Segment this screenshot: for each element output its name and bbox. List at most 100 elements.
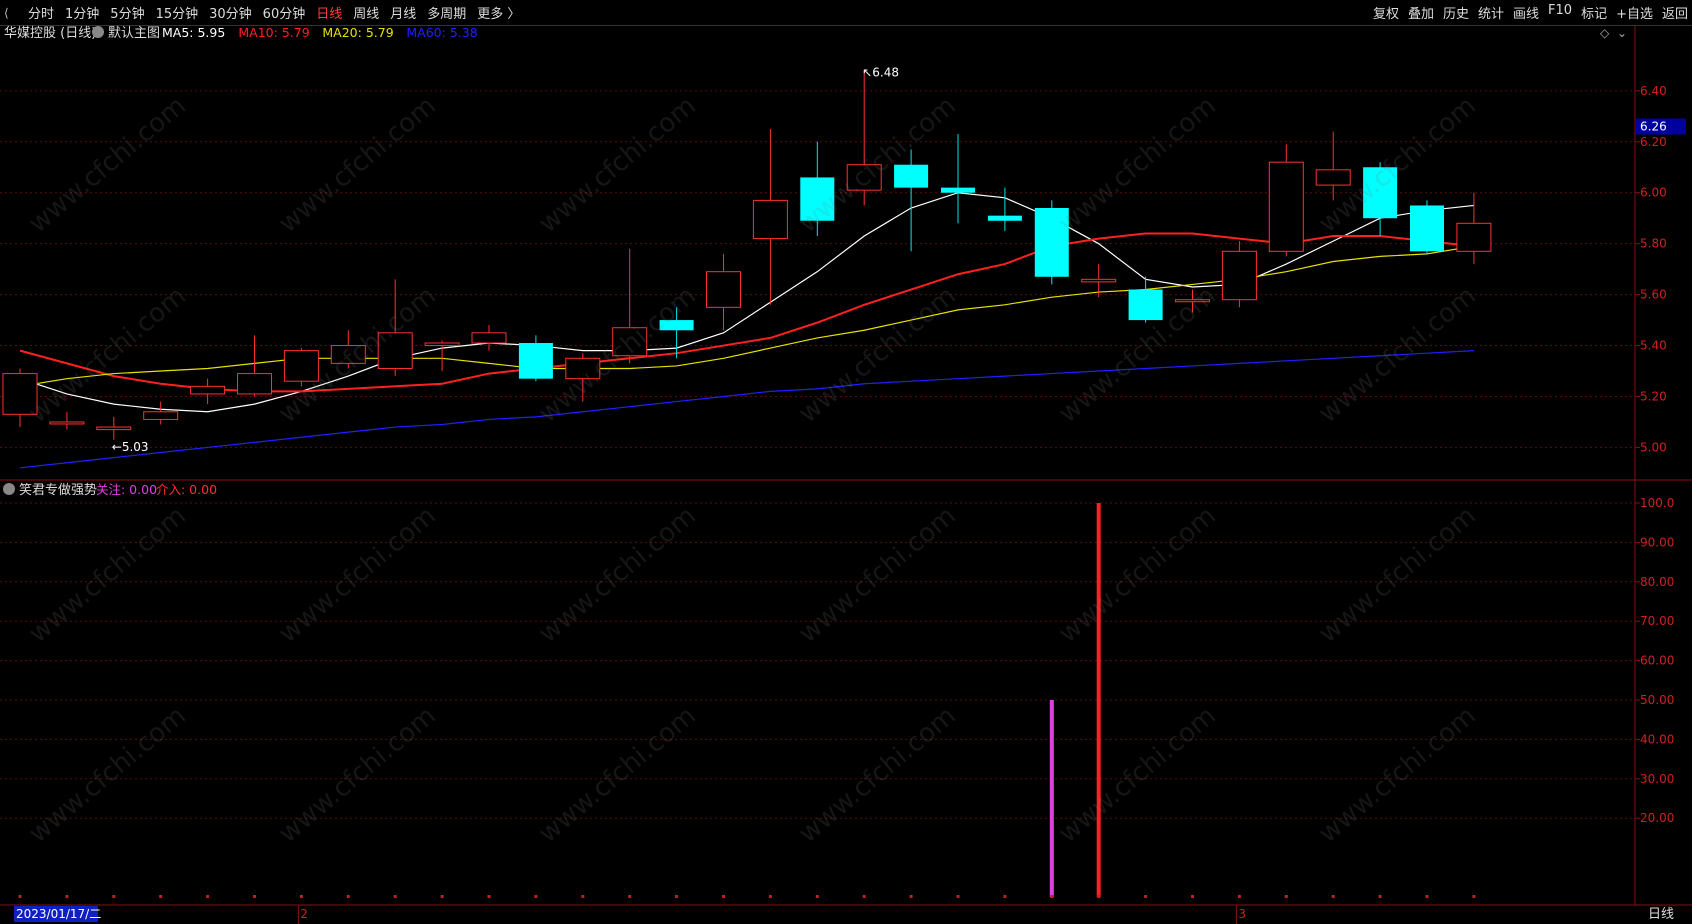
candle-body (2, 373, 38, 415)
candle-body (987, 215, 1022, 221)
y-tick-label: 90.00 (1640, 535, 1674, 549)
baseline-marker (1191, 895, 1194, 898)
baseline-marker (206, 895, 210, 898)
candle-body (1410, 205, 1444, 252)
baseline-marker (159, 895, 163, 898)
baseline-marker (1378, 895, 1382, 898)
chart-template-name: 默认主图 (108, 25, 160, 41)
period-label: 日线 (1648, 907, 1674, 922)
ma-label: MA10: 5.79 (238, 25, 309, 40)
baseline-marker (768, 895, 772, 898)
candle-body (377, 332, 413, 369)
current-price-label: 6.26 (1640, 120, 1667, 134)
ma-label: MA60: 5.38 (406, 25, 477, 40)
candle-body (565, 357, 601, 380)
candle-body (190, 385, 226, 395)
baseline-marker (1425, 895, 1429, 898)
indicator-name: 笑君专做强势 (19, 482, 97, 498)
y-tick-label: 5.40 (1640, 339, 1667, 353)
indicator-bar (1049, 700, 1054, 897)
y-tick-label: 6.00 (1640, 186, 1667, 200)
candle-body (96, 426, 132, 431)
candle-body (706, 271, 741, 308)
baseline-marker (581, 895, 585, 898)
candle-body (143, 411, 179, 420)
baseline-marker (956, 895, 960, 898)
baseline-marker (253, 895, 256, 898)
candle-body (283, 350, 319, 382)
indicator-bar (1096, 503, 1101, 897)
baseline-marker (862, 895, 866, 898)
baseline-marker (1237, 895, 1241, 898)
baseline-marker (722, 895, 725, 898)
y-tick-label: 20.00 (1640, 811, 1674, 825)
baseline-marker (65, 895, 69, 898)
y-tick-label: 5.80 (1640, 237, 1667, 251)
baseline-marker (628, 895, 632, 898)
candle-body (1456, 222, 1492, 252)
indicator-label: 介入: 0.00 (156, 482, 217, 497)
baseline-marker (1050, 895, 1054, 898)
baseline-marker (675, 895, 679, 898)
candle-body (424, 342, 460, 347)
candle-body (800, 177, 835, 221)
baseline-marker (487, 895, 491, 898)
y-tick-label: 30.00 (1640, 772, 1674, 786)
y-tick-label: 70.00 (1640, 614, 1674, 628)
month-label: 2 (300, 907, 308, 921)
y-tick-label: 100.0 (1640, 496, 1674, 510)
y-tick-label: 80.00 (1640, 575, 1674, 589)
chevron-down-icon[interactable]: ⌄ (1617, 26, 1627, 40)
candle-body (49, 421, 85, 425)
baseline-marker (1144, 895, 1148, 898)
stock-chart[interactable]: 6.40 6.20 6.00 5.80 5.60 5.40 5.20 5.00 6.26 ↖6.4… (0, 0, 1692, 924)
candle-body (752, 199, 788, 240)
low-price-label: ←5.03 (112, 440, 149, 454)
candle-body (846, 164, 882, 191)
y-tick-label: 40.00 (1640, 732, 1674, 746)
high-price-label: ↖6.48 (862, 65, 899, 79)
baseline-marker (1097, 895, 1101, 898)
candle-body (659, 320, 694, 331)
candle-body (518, 343, 553, 379)
candle-body (1315, 169, 1351, 186)
month-label: 3 (1238, 907, 1246, 921)
baseline-marker (534, 895, 538, 898)
y-tick-label: 50.00 (1640, 693, 1674, 707)
y-tick-label: 5.00 (1640, 440, 1667, 454)
baseline-marker (299, 895, 303, 898)
candle-body (1081, 278, 1117, 283)
baseline-marker (440, 895, 444, 898)
baseline-marker (815, 895, 819, 898)
candle-body (894, 164, 929, 188)
baseline-marker (1284, 895, 1288, 898)
diamond-icon[interactable]: ◇ (1600, 26, 1610, 40)
ma-line-ma60 (19, 350, 1474, 469)
y-tick-label: 60.00 (1640, 654, 1674, 668)
candle-body (1034, 208, 1069, 277)
y-tick-label: 5.60 (1640, 288, 1667, 302)
baseline-marker (346, 895, 350, 898)
indicator-label: 关注: 0.00 (96, 482, 157, 497)
candle-body (612, 327, 648, 357)
candle-body (237, 373, 272, 395)
ma-label: MA20: 5.79 (322, 25, 393, 40)
baseline-marker (1472, 895, 1476, 898)
date-label: 2023/01/17/二 (16, 907, 101, 921)
baseline-marker (1331, 895, 1335, 898)
ma-label: MA5: 5.95 (162, 25, 225, 40)
candle-body (1363, 167, 1398, 219)
candle-body (1128, 289, 1163, 321)
baseline-marker (909, 895, 913, 898)
y-tick-label: 6.40 (1640, 84, 1667, 98)
stock-name: 华媒控股 (日线) (4, 26, 96, 41)
candle-body (1268, 161, 1304, 252)
candle-body (1175, 299, 1210, 303)
candle-body (941, 187, 975, 193)
candle-body (330, 345, 366, 364)
candle-body (1221, 250, 1257, 301)
chart-menu-icon[interactable] (92, 26, 104, 38)
indicator-menu-icon[interactable] (3, 483, 15, 495)
baseline-marker (112, 895, 116, 898)
baseline-marker (18, 895, 22, 898)
